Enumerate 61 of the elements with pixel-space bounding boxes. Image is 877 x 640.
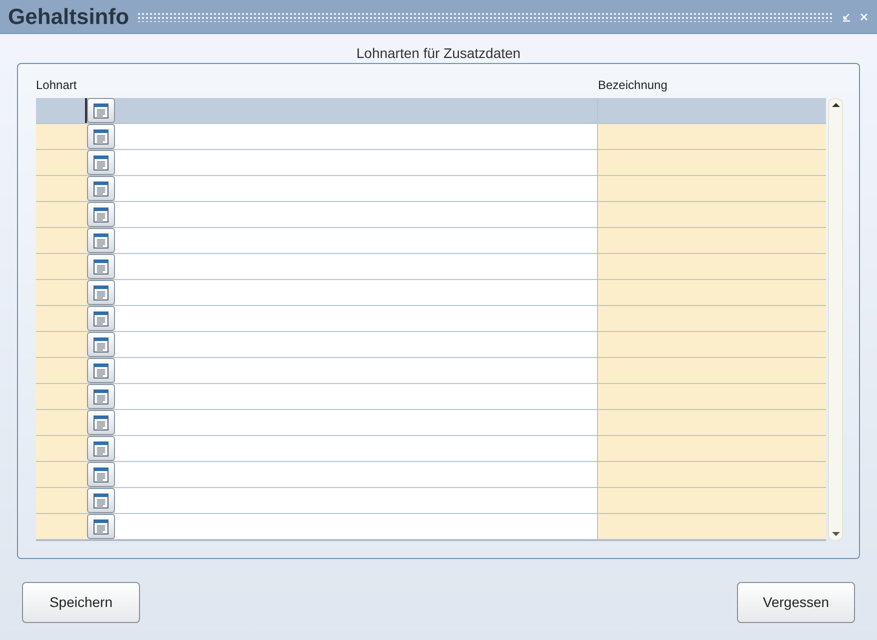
text-field[interactable]	[115, 358, 597, 383]
window-title: Gehaltsinfo	[8, 3, 130, 31]
detail-button[interactable]	[87, 384, 115, 409]
text-field[interactable]	[115, 150, 597, 175]
document-icon	[93, 492, 109, 508]
detail-button[interactable]	[87, 176, 115, 201]
text-field[interactable]	[115, 306, 597, 331]
cancel-button[interactable]: Vergessen	[737, 582, 855, 623]
save-button[interactable]: Speichern	[22, 582, 140, 623]
text-field[interactable]	[115, 410, 597, 435]
scroll-down-icon[interactable]	[830, 530, 841, 538]
text-field[interactable]	[115, 384, 597, 409]
text-field[interactable]	[115, 332, 597, 357]
text-field[interactable]	[115, 124, 597, 149]
document-icon	[93, 180, 109, 196]
document-icon	[93, 258, 109, 274]
detail-button[interactable]	[87, 332, 115, 357]
detail-button[interactable]	[87, 358, 115, 383]
text-field[interactable]	[115, 514, 597, 539]
detail-button[interactable]	[87, 306, 115, 331]
document-icon	[93, 362, 109, 378]
document-icon	[93, 310, 109, 326]
document-icon	[93, 466, 109, 482]
detail-button[interactable]	[87, 410, 115, 435]
detail-button[interactable]	[87, 124, 115, 149]
text-field[interactable]	[115, 488, 597, 513]
document-icon	[93, 102, 109, 118]
scrollbar[interactable]	[828, 98, 843, 541]
scroll-up-icon[interactable]	[830, 101, 841, 109]
detail-button[interactable]	[87, 280, 115, 305]
detail-button[interactable]	[87, 436, 115, 461]
section-title: Lohnarten für Zusatzdaten	[355, 44, 522, 63]
text-field[interactable]	[115, 176, 597, 201]
text-field[interactable]	[115, 202, 597, 227]
detail-button[interactable]	[87, 488, 115, 513]
document-icon	[93, 284, 109, 300]
close-icon[interactable]	[859, 12, 869, 22]
document-icon	[93, 518, 109, 534]
detail-button[interactable]	[87, 228, 115, 253]
text-field[interactable]	[115, 462, 597, 487]
text-field[interactable]	[115, 280, 597, 305]
minimize-icon[interactable]	[841, 12, 851, 22]
detail-button[interactable]	[87, 514, 115, 539]
document-icon	[93, 232, 109, 248]
detail-button[interactable]	[87, 202, 115, 227]
document-icon	[93, 440, 109, 456]
text-field[interactable]	[115, 228, 597, 253]
column-header: Lohnart	[36, 77, 78, 94]
document-icon	[93, 388, 109, 404]
column-header: Bezeichnung	[598, 77, 668, 94]
text-field[interactable]	[115, 254, 597, 279]
detail-button[interactable]	[87, 150, 115, 175]
text-field[interactable]	[115, 436, 597, 461]
document-icon	[93, 336, 109, 352]
document-icon	[93, 154, 109, 170]
document-icon	[93, 128, 109, 144]
document-icon	[93, 206, 109, 222]
detail-button[interactable]	[87, 254, 115, 279]
document-icon	[93, 414, 109, 430]
detail-button[interactable]	[87, 462, 115, 487]
detail-button[interactable]	[87, 98, 115, 123]
